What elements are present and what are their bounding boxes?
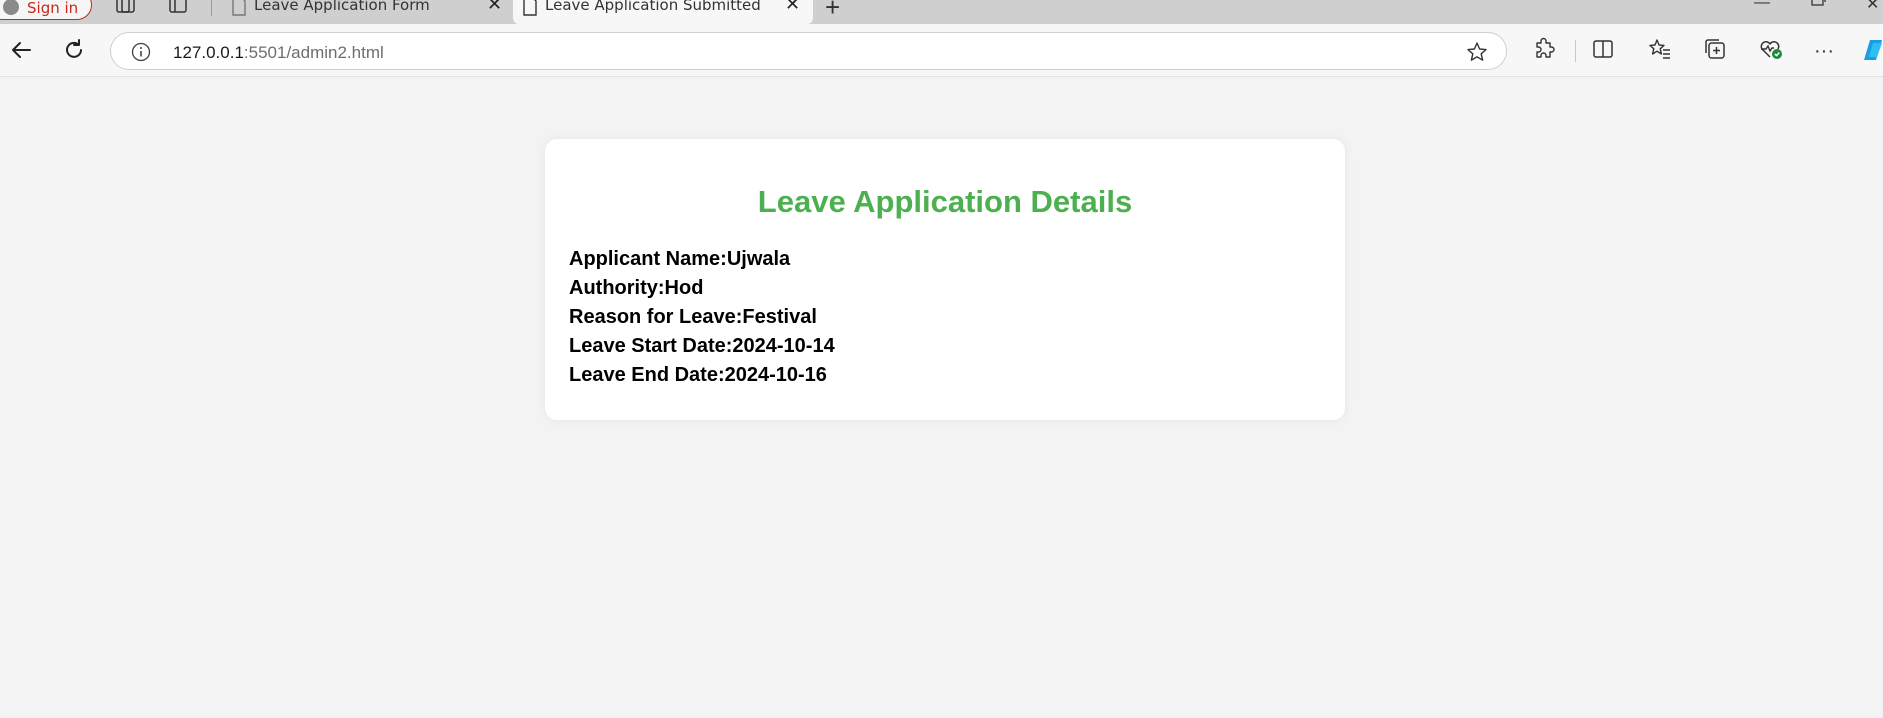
toolbar-separator: [1575, 40, 1576, 62]
close-tab-icon[interactable]: ✕: [487, 0, 502, 15]
tab-leave-application-form[interactable]: Leave Application Form ✕: [222, 0, 512, 24]
details-list: Applicant Name:Ujwala Authority:Hod Reas…: [569, 245, 835, 390]
close-tab-icon[interactable]: ✕: [785, 0, 800, 15]
detail-reason: Reason for Leave:Festival: [569, 303, 835, 332]
avatar-icon: [3, 0, 19, 15]
browser-toolbar: 127.0.0.1:5501/admin2.html ···: [0, 24, 1883, 77]
detail-value: Hod: [664, 277, 704, 299]
detail-label: Leave Start Date:: [569, 335, 733, 357]
detail-authority: Authority:Hod: [569, 274, 835, 303]
detail-value: 2024-10-16: [724, 364, 827, 386]
tab-actions-icon[interactable]: [168, 0, 188, 21]
close-window-icon[interactable]: ✕: [1866, 0, 1879, 14]
url-text: 127.0.0.1:5501/admin2.html: [173, 43, 384, 63]
site-info-icon[interactable]: [131, 42, 151, 67]
browser-essentials-icon[interactable]: [1758, 37, 1784, 66]
detail-start-date: Leave Start Date:2024-10-14: [569, 332, 835, 361]
detail-label: Applicant Name:: [569, 248, 727, 270]
tab-title: Leave Application Form: [254, 0, 430, 14]
tab-title: Leave Application Submitted: [545, 0, 761, 14]
minimize-icon[interactable]: —: [1754, 0, 1770, 12]
copilot-icon[interactable]: [1862, 37, 1883, 68]
collections-icon[interactable]: [1703, 37, 1727, 66]
back-icon[interactable]: [8, 37, 34, 63]
detail-label: Authority:: [569, 277, 665, 299]
detail-label: Leave End Date:: [569, 364, 725, 386]
detail-applicant-name: Applicant Name:Ujwala: [569, 245, 835, 274]
detail-value: 2024-10-14: [732, 335, 835, 357]
profile-signin-button[interactable]: Sign in: [0, 0, 92, 20]
tab-strip: Sign in Leave Application Form ✕ Leave A…: [0, 0, 1883, 24]
leave-details-card: Leave Application Details Applicant Name…: [545, 139, 1345, 420]
url-host: 127.0.0.1: [173, 43, 244, 62]
favorite-star-icon[interactable]: [1466, 41, 1488, 68]
favorites-icon[interactable]: [1648, 37, 1672, 66]
address-bar[interactable]: 127.0.0.1:5501/admin2.html: [110, 32, 1507, 70]
workspaces-icon[interactable]: [114, 0, 136, 21]
extensions-icon[interactable]: [1532, 37, 1556, 66]
restore-icon[interactable]: [1810, 0, 1826, 15]
tab-separator: [211, 0, 212, 16]
page-icon: [523, 0, 537, 20]
url-path: :5501/admin2.html: [243, 43, 384, 62]
split-screen-icon[interactable]: [1591, 37, 1615, 66]
detail-end-date: Leave End Date:2024-10-16: [569, 361, 835, 390]
page-icon: [232, 0, 246, 20]
page-heading: Leave Application Details: [757, 184, 1133, 219]
tab-leave-application-submitted[interactable]: Leave Application Submitted ✕: [513, 0, 813, 24]
profile-signin-label: Sign in: [27, 0, 79, 17]
refresh-icon[interactable]: [61, 37, 87, 63]
new-tab-icon[interactable]: +: [825, 0, 840, 23]
detail-label: Reason for Leave:: [569, 306, 743, 328]
detail-value: Ujwala: [726, 248, 791, 270]
more-options-icon[interactable]: ···: [1814, 41, 1834, 61]
detail-value: Festival: [742, 306, 817, 328]
